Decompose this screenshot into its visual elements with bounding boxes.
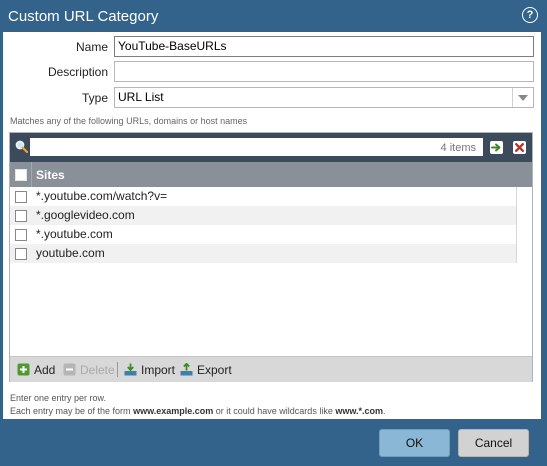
type-label: Type	[81, 91, 108, 105]
type-select[interactable]: URL List	[114, 87, 534, 108]
import-label: Import	[141, 363, 176, 377]
type-select-value: URL List	[118, 90, 164, 104]
search-input[interactable]: 4 items	[30, 138, 483, 156]
table-row[interactable]: *.youtube.com	[10, 225, 517, 244]
row-checkbox[interactable]	[15, 229, 27, 241]
select-all-checkbox[interactable]	[15, 169, 27, 181]
table-row[interactable]: *.youtube.com/watch?v=	[10, 187, 517, 206]
dialog-titlebar: Custom URL Category ?	[0, 0, 547, 32]
site-cell: *.youtube.com	[36, 227, 113, 241]
entry-hint: Enter one entry per row. Each entry may …	[10, 392, 386, 418]
site-cell: youtube.com	[36, 246, 105, 260]
site-cell: *.googlevideo.com	[36, 208, 135, 222]
list-hint: Matches any of the following URLs, domai…	[10, 116, 248, 126]
column-sites[interactable]: Sites	[36, 168, 65, 182]
add-button[interactable]: Add	[17, 362, 57, 378]
description-input[interactable]	[114, 61, 534, 82]
import-button[interactable]: Import	[124, 362, 176, 378]
header-divider	[31, 162, 32, 187]
site-cell: *.youtube.com/watch?v=	[36, 189, 168, 203]
cancel-button[interactable]: Cancel	[458, 429, 529, 457]
hint-line-2: Each entry may be of the form www.exampl…	[10, 406, 386, 416]
table-row[interactable]: youtube.com	[10, 244, 517, 263]
table-row[interactable]: *.googlevideo.com	[10, 206, 517, 225]
sites-list: *.youtube.com/watch?v= *.googlevideo.com…	[10, 187, 532, 263]
row-checkbox[interactable]	[15, 191, 27, 203]
sites-panel: 4 items Sites *.youtube.com/watch?v= *.g…	[9, 132, 533, 382]
dialog-body: Name YouTube-BaseURLs Description Type U…	[3, 32, 541, 419]
item-count: 4 items	[440, 142, 476, 154]
row-checkbox[interactable]	[15, 210, 27, 222]
question-circle-icon[interactable]: ?	[522, 7, 538, 23]
search-bar: 4 items	[10, 133, 532, 162]
row-checkbox[interactable]	[15, 248, 27, 260]
name-input[interactable]: YouTube-BaseURLs	[114, 36, 534, 57]
import-icon	[124, 363, 137, 376]
ok-button[interactable]: OK	[379, 429, 450, 457]
list-toolbar: Add Delete Import Export	[10, 356, 532, 382]
plus-icon	[17, 363, 30, 376]
hint-line-1: Enter one entry per row.	[10, 393, 107, 403]
search-icon	[15, 140, 28, 153]
delete-button[interactable]: Delete	[63, 362, 115, 378]
add-label: Add	[34, 363, 56, 377]
dialog-footer: OK Cancel	[0, 419, 547, 466]
toolbar-divider	[117, 362, 118, 377]
chevron-down-icon[interactable]	[512, 88, 533, 107]
name-label: Name	[75, 40, 108, 54]
arrow-right-icon[interactable]	[490, 141, 503, 154]
close-icon[interactable]	[513, 141, 526, 154]
minus-icon	[63, 363, 76, 376]
table-header: Sites	[10, 162, 532, 187]
dialog-title: Custom URL Category	[8, 8, 159, 25]
delete-label: Delete	[80, 363, 115, 377]
export-label: Export	[197, 363, 232, 377]
export-icon	[180, 363, 193, 376]
export-button[interactable]: Export	[180, 362, 232, 378]
description-label: Description	[47, 65, 108, 79]
